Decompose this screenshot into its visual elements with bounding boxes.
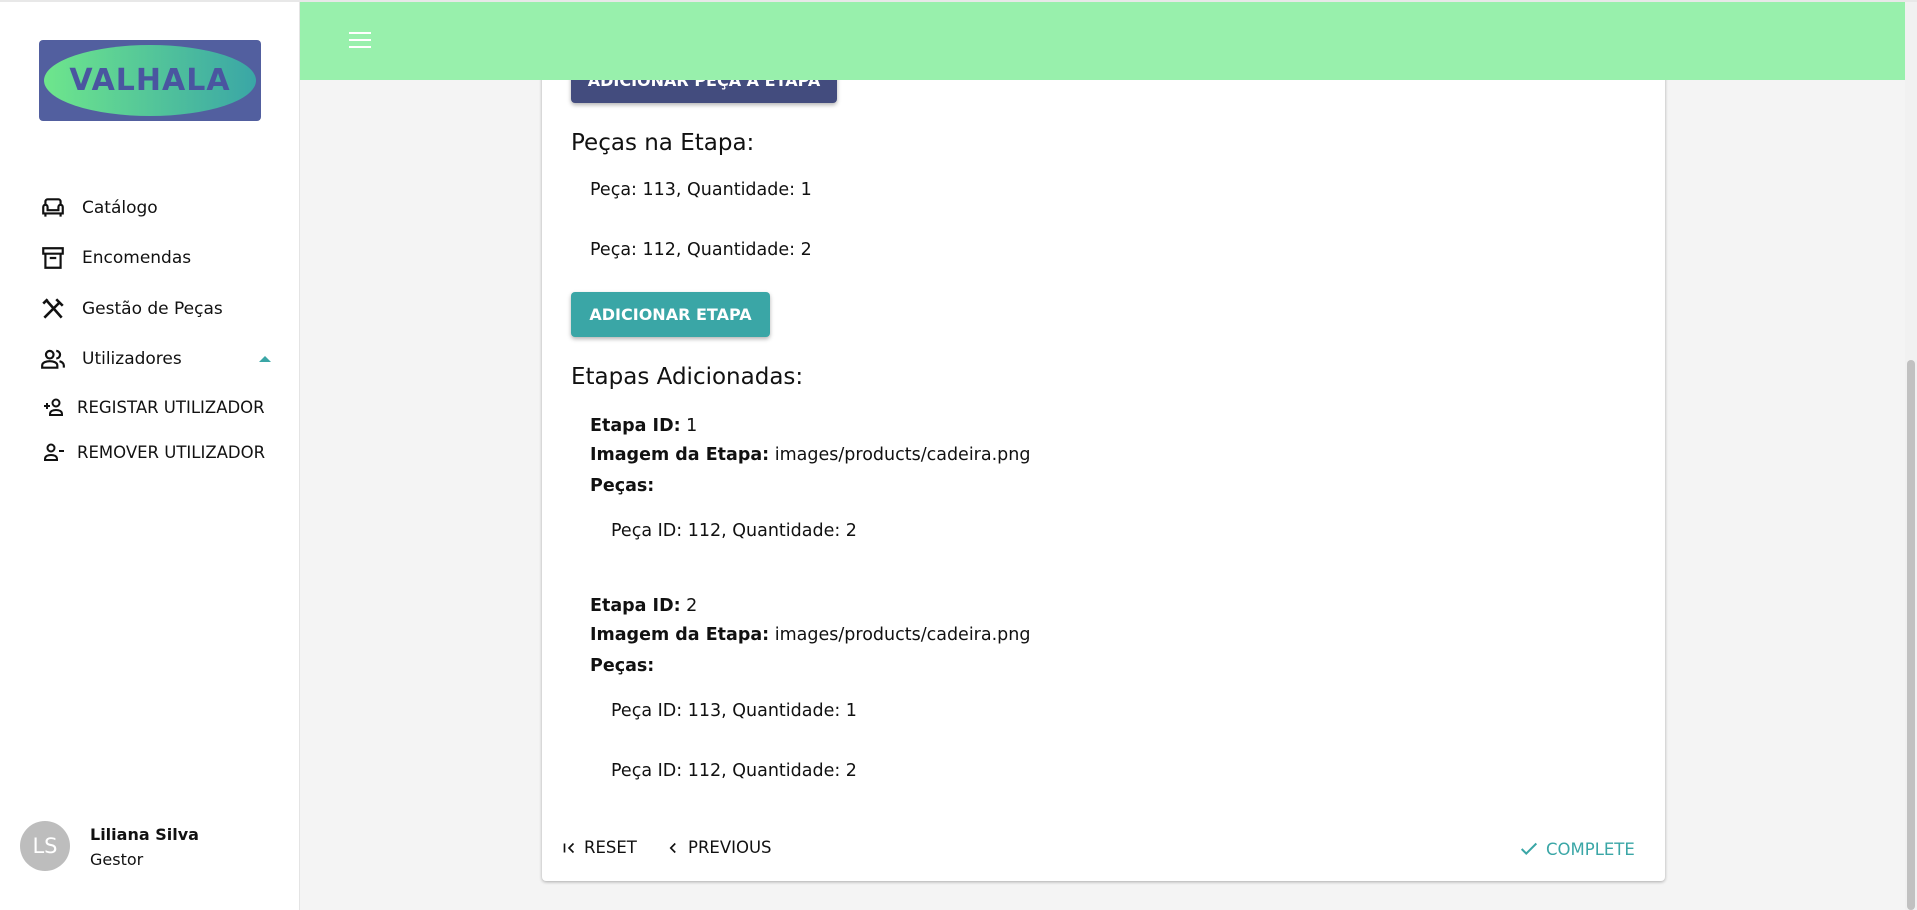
tools-icon bbox=[42, 298, 64, 319]
person-remove-icon bbox=[44, 443, 64, 461]
logo: VALHALA bbox=[39, 40, 261, 121]
add-step-button[interactable]: ADICIONAR ETAPA bbox=[571, 292, 770, 337]
step-image-label: Imagem da Etapa: bbox=[590, 625, 770, 645]
sidebar-item-label: Utilizadores bbox=[82, 349, 182, 369]
window-top-border bbox=[0, 0, 1917, 2]
complete-label: COMPLETE bbox=[1546, 839, 1635, 859]
step-piece-item: Peça ID: 113, Quantidade: 1 bbox=[611, 701, 857, 721]
sidebar-item-registar-utilizador[interactable]: REGISTAR UTILIZADOR bbox=[0, 387, 300, 427]
sidebar: VALHALA Catálogo Encomendas Gestão de Pe… bbox=[0, 0, 300, 910]
sidebar-item-catalogo[interactable]: Catálogo bbox=[0, 188, 300, 228]
user-name: Liliana Silva bbox=[90, 825, 199, 844]
step-image: images/products/cadeira.png bbox=[774, 625, 1031, 645]
pieces-heading: Peças na Etapa: bbox=[571, 130, 755, 156]
chevron-left-icon bbox=[669, 842, 676, 853]
top-app-bar bbox=[300, 2, 1905, 80]
scrollbar[interactable] bbox=[1905, 0, 1917, 910]
step-id: 1 bbox=[686, 416, 698, 436]
reset-button[interactable]: RESET bbox=[560, 838, 637, 857]
step-image: images/products/cadeira.png bbox=[774, 445, 1031, 465]
sidebar-item-utilizadores[interactable]: Utilizadores bbox=[0, 339, 300, 379]
sidebar-item-label: Gestão de Peças bbox=[82, 299, 223, 319]
stepper-card: ADICIONAR PEÇA À ETAPA Peças na Etapa: P… bbox=[542, 30, 1665, 881]
step-id: 2 bbox=[686, 596, 698, 616]
person-add-icon bbox=[44, 398, 63, 416]
sidebar-item-label: REMOVER UTILIZADOR bbox=[77, 442, 266, 462]
sidebar-item-label: Catálogo bbox=[82, 198, 158, 218]
sidebar-item-label: Encomendas bbox=[82, 248, 192, 268]
check-icon bbox=[1520, 842, 1538, 856]
steps-heading: Etapas Adicionadas: bbox=[571, 364, 804, 390]
sofa-icon bbox=[42, 198, 64, 217]
sidebar-item-gestao-pecas[interactable]: Gestão de Peças bbox=[0, 289, 300, 329]
step-id-label: Etapa ID: bbox=[590, 596, 681, 616]
caret-up-icon[interactable] bbox=[259, 356, 271, 362]
step-piece-item: Peça ID: 112, Quantidade: 2 bbox=[611, 761, 857, 781]
user-role: Gestor bbox=[90, 850, 144, 869]
sidebar-item-label: REGISTAR UTILIZADOR bbox=[77, 397, 265, 417]
previous-label: PREVIOUS bbox=[688, 838, 772, 857]
reset-label: RESET bbox=[584, 838, 637, 857]
step-pieces-label: Peças: bbox=[590, 656, 655, 676]
hamburger-menu-icon[interactable] bbox=[349, 32, 371, 48]
first-page-icon bbox=[563, 842, 575, 853]
piece-item: Peça: 113, Quantidade: 1 bbox=[590, 180, 812, 200]
step-image-label: Imagem da Etapa: bbox=[590, 445, 770, 465]
archive-icon bbox=[42, 247, 64, 269]
sidebar-item-remover-utilizador[interactable]: REMOVER UTILIZADOR bbox=[0, 432, 300, 472]
complete-button[interactable]: COMPLETE bbox=[1518, 838, 1635, 860]
users-icon bbox=[41, 349, 65, 369]
scrollbar-thumb[interactable] bbox=[1907, 360, 1915, 910]
previous-button[interactable]: PREVIOUS bbox=[664, 838, 772, 857]
sidebar-item-encomendas[interactable]: Encomendas bbox=[0, 238, 300, 278]
avatar: LS bbox=[20, 821, 70, 871]
piece-item: Peça: 112, Quantidade: 2 bbox=[590, 240, 812, 260]
step-piece-item: Peça ID: 112, Quantidade: 2 bbox=[611, 521, 857, 541]
step-pieces-label: Peças: bbox=[590, 476, 655, 496]
step-id-label: Etapa ID: bbox=[590, 416, 681, 436]
